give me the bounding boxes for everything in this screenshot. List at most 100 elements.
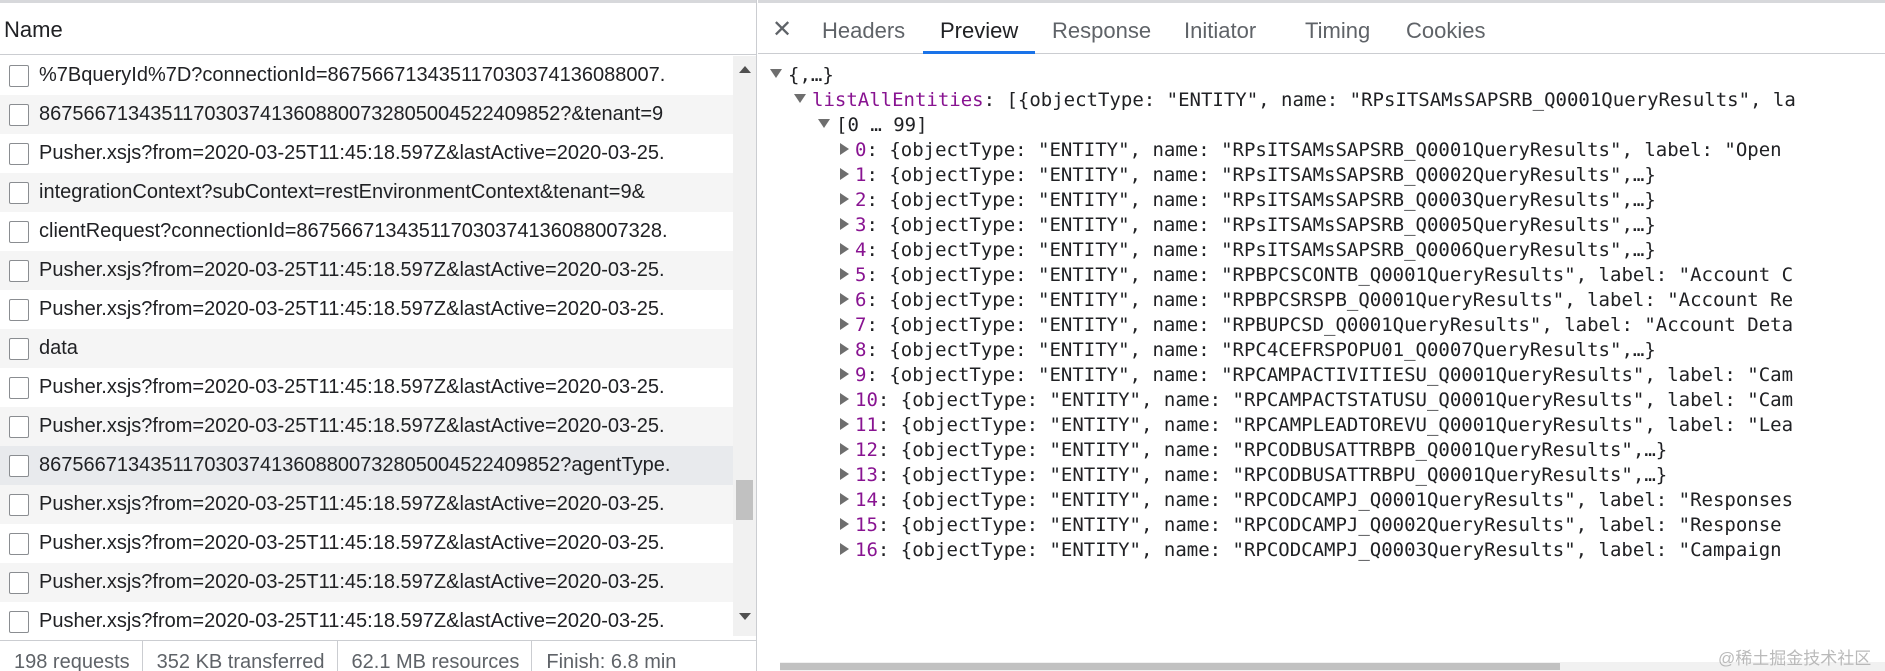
request-row[interactable]: Pusher.xsjs?from=2020-03-25T11:45:18.597… (0, 368, 733, 407)
request-list-scrollbar[interactable] (733, 56, 756, 636)
tree-item-content: {objectType: "ENTITY", name: "RPC4CEFRSP… (889, 339, 1656, 361)
request-row[interactable]: data (0, 329, 733, 368)
collapse-triangle-icon[interactable] (840, 292, 849, 305)
request-name: Pusher.xsjs?from=2020-03-25T11:45:18.597… (39, 415, 665, 437)
tree-item-node[interactable]: 5: {objectType: "ENTITY", name: "RPBPCSC… (838, 261, 1793, 289)
tree-root-node[interactable]: {,…} (770, 61, 834, 89)
collapse-triangle-icon[interactable] (840, 167, 849, 180)
request-checkbox[interactable] (9, 259, 29, 282)
tree-item-node[interactable]: 14: {objectType: "ENTITY", name: "RPCODC… (838, 486, 1793, 514)
request-checkbox[interactable] (9, 376, 29, 399)
tab-timing[interactable]: Timing (1305, 18, 1370, 44)
tree-item-colon: : (866, 364, 890, 386)
expand-triangle-icon[interactable] (818, 119, 830, 128)
tree-item-node[interactable]: 16: {objectType: "ENTITY", name: "RPCODC… (838, 536, 1782, 564)
close-icon[interactable]: ✕ (772, 15, 792, 44)
collapse-triangle-icon[interactable] (840, 317, 849, 330)
tree-list-node[interactable]: listAllEntities: [{objectType: "ENTITY",… (794, 86, 1796, 114)
collapse-triangle-icon[interactable] (840, 267, 849, 280)
request-row-selected[interactable]: 8675667134351170303741360880073280500452… (0, 446, 733, 485)
tree-item-index: 9 (855, 364, 867, 386)
request-checkbox[interactable] (9, 142, 29, 165)
request-row[interactable]: Pusher.xsjs?from=2020-03-25T11:45:18.597… (0, 134, 733, 173)
request-row[interactable]: Pusher.xsjs?from=2020-03-25T11:45:18.597… (0, 407, 733, 446)
tree-item-node[interactable]: 12: {objectType: "ENTITY", name: "RPCODB… (838, 436, 1667, 464)
collapse-triangle-icon[interactable] (840, 367, 849, 380)
tree-item-node[interactable]: 9: {objectType: "ENTITY", name: "RPCAMPA… (838, 361, 1793, 389)
request-row[interactable]: Pusher.xsjs?from=2020-03-25T11:45:18.597… (0, 524, 733, 563)
request-checkbox[interactable] (9, 181, 29, 204)
name-column-header[interactable]: Name (0, 0, 756, 55)
collapse-triangle-icon[interactable] (840, 517, 849, 530)
request-row[interactable]: 8675667134351170303741360880073280500452… (0, 95, 733, 134)
request-checkbox[interactable] (9, 493, 29, 516)
tree-item-node[interactable]: 2: {objectType: "ENTITY", name: "RPsITSA… (838, 186, 1656, 214)
tree-item-node[interactable]: 0: {objectType: "ENTITY", name: "RPsITSA… (838, 136, 1782, 164)
tab-cookies[interactable]: Cookies (1406, 18, 1485, 44)
tree-item-node[interactable]: 1: {objectType: "ENTITY", name: "RPsITSA… (838, 161, 1656, 189)
tree-item-node[interactable]: 4: {objectType: "ENTITY", name: "RPsITSA… (838, 236, 1656, 264)
tree-item-node[interactable]: 10: {objectType: "ENTITY", name: "RPCAMP… (838, 386, 1793, 414)
request-checkbox[interactable] (9, 220, 29, 243)
request-checkbox[interactable] (9, 415, 29, 438)
expand-triangle-icon[interactable] (770, 69, 782, 78)
collapse-triangle-icon[interactable] (840, 417, 849, 430)
request-checkbox[interactable] (9, 103, 29, 126)
json-preview-tree: {,…} listAllEntities: [{objectType: "ENT… (758, 55, 1885, 662)
tree-item-node[interactable]: 15: {objectType: "ENTITY", name: "RPCODC… (838, 511, 1782, 539)
request-name: Pusher.xsjs?from=2020-03-25T11:45:18.597… (39, 571, 665, 593)
tree-item-index: 1 (855, 164, 867, 186)
scroll-down-arrow-icon[interactable] (739, 613, 751, 620)
request-row[interactable]: clientRequest?connectionId=8675667134351… (0, 212, 733, 251)
expand-triangle-icon[interactable] (794, 94, 806, 103)
request-checkbox[interactable] (9, 337, 29, 360)
tree-item-node[interactable]: 13: {objectType: "ENTITY", name: "RPCODB… (838, 461, 1667, 489)
collapse-triangle-icon[interactable] (840, 492, 849, 505)
tree-item-node[interactable]: 3: {objectType: "ENTITY", name: "RPsITSA… (838, 211, 1656, 239)
scroll-up-arrow-icon[interactable] (739, 66, 751, 73)
tab-preview[interactable]: Preview (940, 18, 1018, 44)
collapse-triangle-icon[interactable] (840, 242, 849, 255)
tree-range-node[interactable]: [0 … 99] (818, 111, 928, 139)
collapse-triangle-icon[interactable] (840, 342, 849, 355)
collapse-triangle-icon[interactable] (840, 192, 849, 205)
tree-item-index: 13 (855, 464, 878, 486)
collapse-triangle-icon[interactable] (840, 442, 849, 455)
tree-item-colon: : (877, 439, 901, 461)
tree-item-content: {objectType: "ENTITY", name: "RPsITSAMsS… (889, 239, 1656, 261)
request-checkbox[interactable] (9, 571, 29, 594)
collapse-triangle-icon[interactable] (840, 217, 849, 230)
request-checkbox[interactable] (9, 454, 29, 477)
request-row[interactable]: Pusher.xsjs?from=2020-03-25T11:45:18.597… (0, 290, 733, 329)
tab-response[interactable]: Response (1052, 18, 1151, 44)
request-row[interactable]: integrationContext?subContext=restEnviro… (0, 173, 733, 212)
tab-headers[interactable]: Headers (822, 18, 905, 44)
request-row[interactable]: Pusher.xsjs?from=2020-03-25T11:45:18.597… (0, 485, 733, 524)
tree-item-node[interactable]: 11: {objectType: "ENTITY", name: "RPCAMP… (838, 411, 1793, 439)
request-row[interactable]: Pusher.xsjs?from=2020-03-25T11:45:18.597… (0, 251, 733, 290)
request-checkbox[interactable] (9, 610, 29, 633)
collapse-triangle-icon[interactable] (840, 542, 849, 555)
request-checkbox[interactable] (9, 532, 29, 555)
tree-item-node[interactable]: 7: {objectType: "ENTITY", name: "RPBUPCS… (838, 311, 1793, 339)
name-column-label: Name (4, 17, 63, 42)
tab-initiator[interactable]: Initiator (1184, 18, 1256, 44)
request-checkbox[interactable] (9, 298, 29, 321)
scrollbar-thumb[interactable] (780, 663, 1560, 670)
tree-item-index: 14 (855, 489, 878, 511)
request-row[interactable]: %7BqueryId%7D?connectionId=8675667134351… (0, 56, 733, 95)
collapse-triangle-icon[interactable] (840, 392, 849, 405)
collapse-triangle-icon[interactable] (840, 467, 849, 480)
collapse-triangle-icon[interactable] (840, 142, 849, 155)
tree-item-content: {objectType: "ENTITY", name: "RPCODBUSAT… (900, 464, 1668, 486)
resources-size: 62.1 MB resources (338, 641, 533, 671)
tree-item-content: {objectType: "ENTITY", name: "RPCAMPACTS… (900, 389, 1794, 411)
request-row[interactable]: Pusher.xsjs?from=2020-03-25T11:45:18.597… (0, 602, 733, 636)
scrollbar-thumb[interactable] (736, 480, 753, 520)
tree-item-content: {objectType: "ENTITY", name: "RPsITSAMsS… (889, 164, 1656, 186)
request-row[interactable]: Pusher.xsjs?from=2020-03-25T11:45:18.597… (0, 563, 733, 602)
tree-item-node[interactable]: 8: {objectType: "ENTITY", name: "RPC4CEF… (838, 336, 1656, 364)
request-checkbox[interactable] (9, 64, 29, 87)
tree-item-index: 8 (855, 339, 867, 361)
tree-item-node[interactable]: 6: {objectType: "ENTITY", name: "RPBPCSR… (838, 286, 1793, 314)
